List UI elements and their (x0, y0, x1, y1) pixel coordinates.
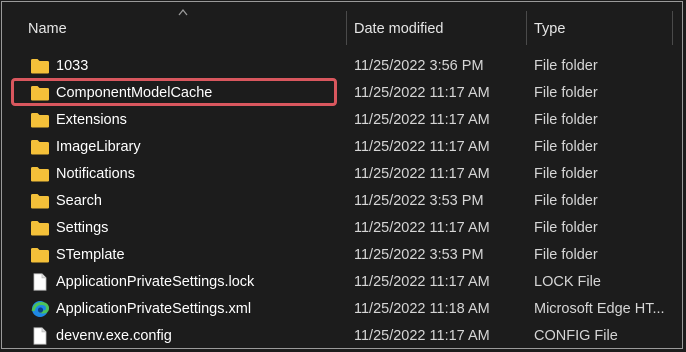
file-row[interactable]: Settings 11/25/2022 11:17 AM File folder (2, 215, 682, 242)
column-divider[interactable] (672, 11, 673, 45)
file-type: File folder (534, 85, 598, 101)
file-date-modified: 11/25/2022 11:17 AM (354, 112, 490, 128)
folder-icon (30, 138, 50, 156)
file-icon (30, 273, 50, 291)
file-row[interactable]: Search 11/25/2022 3:53 PM File folder (2, 188, 682, 215)
file-row[interactable]: ApplicationPrivateSettings.xml 11/25/2022… (2, 296, 682, 323)
file-name: Search (56, 193, 102, 209)
file-type: File folder (534, 58, 598, 74)
folder-icon (30, 246, 50, 264)
file-date-modified: 11/25/2022 11:17 AM (354, 220, 490, 236)
file-name: Extensions (56, 112, 127, 128)
file-name: 1033 (56, 58, 89, 74)
folder-icon (30, 192, 50, 210)
folder-icon (30, 111, 50, 129)
folder-icon (30, 84, 50, 102)
file-type: File folder (534, 220, 598, 236)
column-header-bar: Name Date modified Type (2, 2, 682, 54)
file-date-modified: 11/25/2022 3:53 PM (354, 247, 484, 263)
file-icon (30, 327, 50, 345)
file-name: Settings (56, 220, 109, 236)
file-type: LOCK File (534, 274, 601, 290)
edge-icon (30, 300, 50, 318)
file-row[interactable]: ComponentModelCache 11/25/2022 11:17 AM Fi… (2, 80, 682, 107)
file-row[interactable]: 1033 11/25/2022 3:56 PM File folder (2, 53, 682, 80)
file-explorer-window: Name Date modified Type 1033 11/25/2022 3… (1, 1, 683, 349)
folder-icon (30, 165, 50, 183)
file-type: File folder (534, 247, 598, 263)
file-row[interactable]: devenv.exe.config 11/25/2022 11:17 AM CONF… (2, 323, 682, 348)
file-type: CONFIG File (534, 328, 618, 344)
file-date-modified: 11/25/2022 11:17 AM (354, 328, 490, 344)
sort-ascending-icon (178, 8, 188, 16)
file-name: ApplicationPrivateSettings.xml (56, 301, 252, 317)
file-row[interactable]: STemplate 11/25/2022 3:53 PM File folder (2, 242, 682, 269)
column-divider[interactable] (526, 11, 527, 45)
file-type: File folder (534, 166, 598, 182)
file-row[interactable]: Notifications 11/25/2022 11:17 AM File fol… (2, 161, 682, 188)
column-header-type[interactable]: Type (534, 16, 565, 42)
file-date-modified: 11/25/2022 3:53 PM (354, 193, 484, 209)
file-type: Microsoft Edge HT... (534, 301, 665, 317)
file-date-modified: 11/25/2022 11:17 AM (354, 85, 490, 101)
file-name: devenv.exe.config (56, 328, 172, 344)
column-header-name[interactable]: Name (28, 16, 67, 42)
file-date-modified: 11/25/2022 11:17 AM (354, 166, 490, 182)
folder-icon (30, 57, 50, 75)
file-name: ComponentModelCache (56, 85, 213, 101)
file-name: STemplate (56, 247, 125, 263)
file-date-modified: 11/25/2022 11:17 AM (354, 274, 490, 290)
file-date-modified: 11/25/2022 3:56 PM (354, 58, 484, 74)
column-header-date-modified[interactable]: Date modified (354, 16, 443, 42)
column-divider[interactable] (346, 11, 347, 45)
file-name: ImageLibrary (56, 139, 141, 155)
file-type: File folder (534, 139, 598, 155)
file-row[interactable]: Extensions 11/25/2022 11:17 AM File folder (2, 107, 682, 134)
file-row[interactable]: ApplicationPrivateSettings.lock 11/25/202… (2, 269, 682, 296)
file-type: File folder (534, 193, 598, 209)
file-name: Notifications (56, 166, 135, 182)
folder-icon (30, 219, 50, 237)
file-type: File folder (534, 112, 598, 128)
file-date-modified: 11/25/2022 11:18 AM (354, 301, 490, 317)
file-name: ApplicationPrivateSettings.lock (56, 274, 255, 290)
file-date-modified: 11/25/2022 11:17 AM (354, 139, 490, 155)
file-row[interactable]: ImageLibrary 11/25/2022 11:17 AM File fold… (2, 134, 682, 161)
